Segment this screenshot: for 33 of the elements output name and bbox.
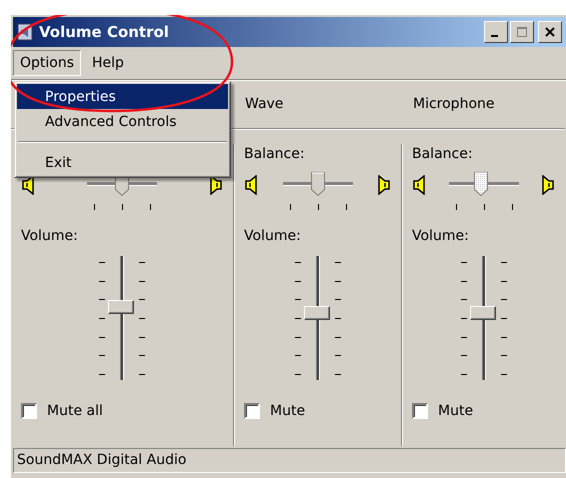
speaker-icon (412, 175, 428, 195)
menu-item[interactable]: Properties (17, 84, 228, 109)
mute-label: Mute (270, 403, 306, 419)
mute-label: Mute all (47, 403, 103, 419)
status-text: SoundMAX Digital Audio (17, 451, 186, 470)
minimize-button[interactable] (484, 21, 508, 43)
menu-item[interactable]: Help (85, 50, 131, 76)
minimize-icon (491, 35, 498, 37)
close-icon (545, 27, 555, 37)
maximize-button[interactable] (510, 21, 534, 43)
window-title: Volume Control (39, 23, 169, 41)
balance-slider[interactable] (282, 172, 352, 198)
speaker-icon (21, 175, 37, 195)
speaker-icon (244, 175, 260, 195)
menu-item[interactable]: Exit (17, 150, 228, 175)
maximize-icon (516, 26, 528, 38)
close-button[interactable] (538, 21, 562, 43)
volume-label: Volume: (412, 228, 469, 244)
mute-checkbox[interactable] (244, 403, 260, 419)
menu-item[interactable]: Options (13, 50, 82, 76)
menu-item[interactable]: Advanced Controls (17, 109, 228, 134)
mute-checkbox[interactable] (21, 403, 37, 419)
channel-name: Microphone (413, 96, 494, 112)
slider-thumb[interactable] (310, 172, 324, 196)
volume-label: Volume: (244, 228, 301, 244)
balance-slider[interactable] (448, 172, 518, 198)
mute-checkbox[interactable] (412, 403, 428, 419)
slider-thumb[interactable] (474, 172, 488, 196)
balance-label: Balance: (244, 146, 305, 162)
channel-name: Wave (245, 96, 284, 112)
mute-label: Mute (438, 403, 474, 419)
balance-label: Balance: (412, 146, 473, 162)
volume-label: Volume: (21, 228, 78, 244)
